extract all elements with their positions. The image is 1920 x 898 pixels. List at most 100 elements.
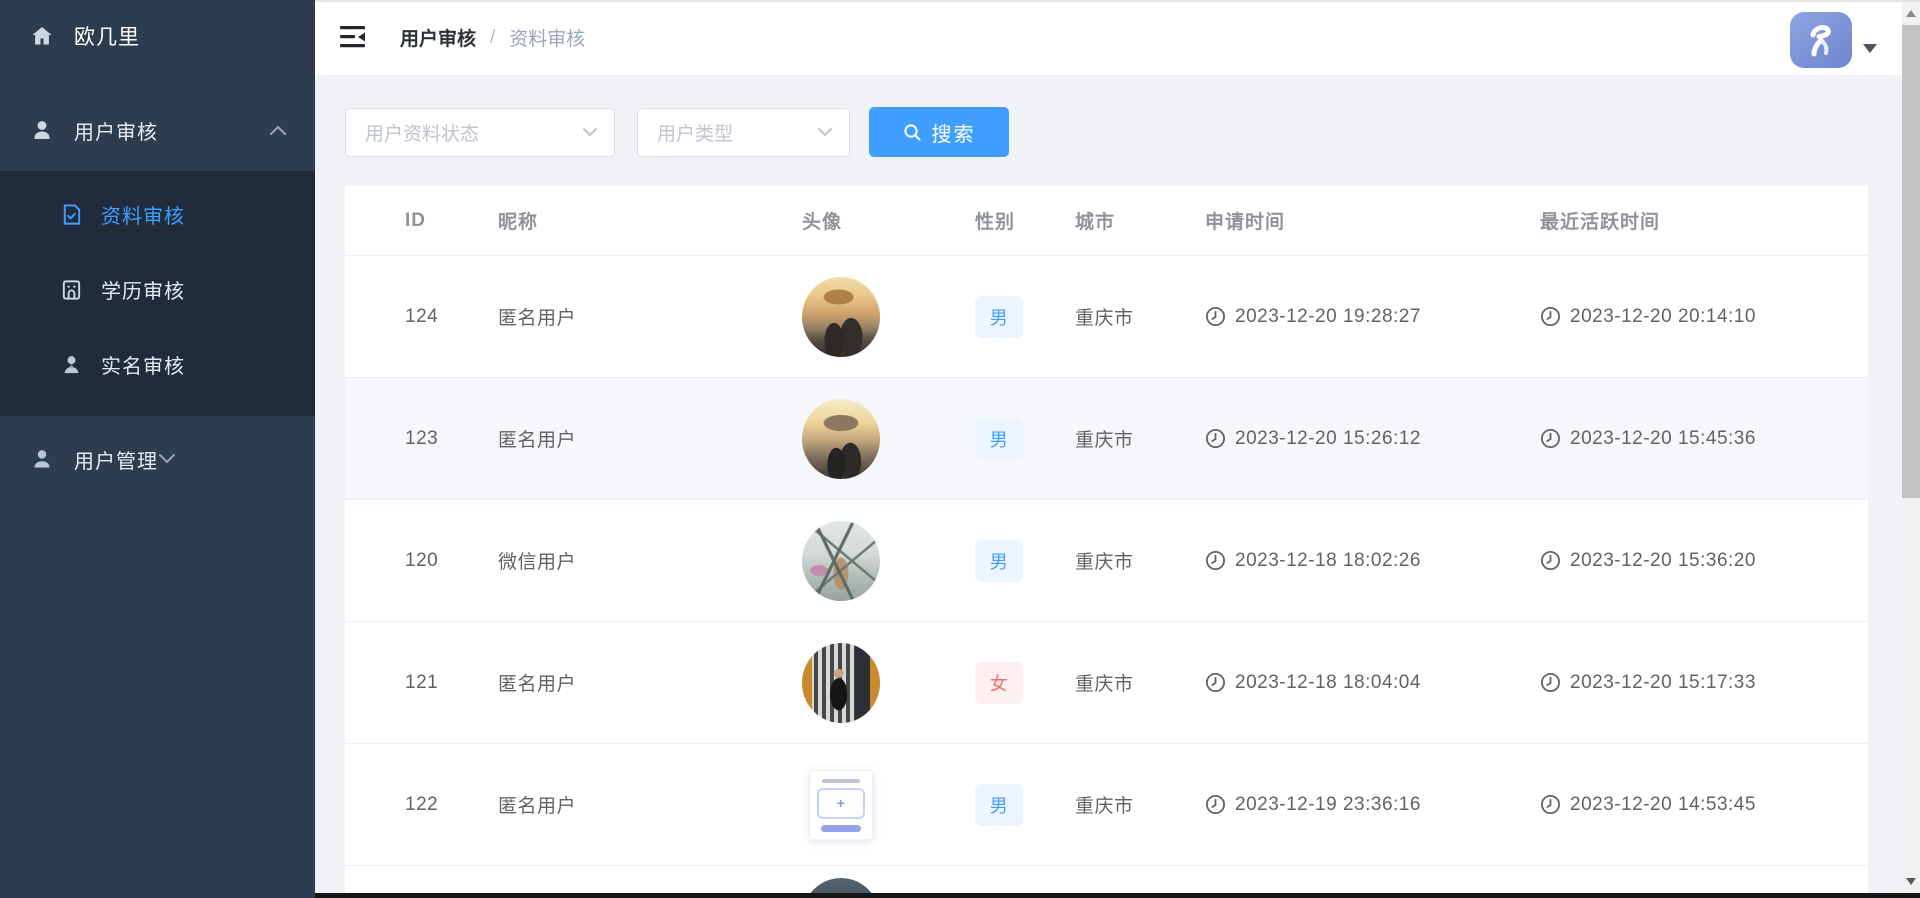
sidebar-item-label: 用户管理 <box>74 445 158 474</box>
user-city: 重庆市 <box>1075 674 1134 695</box>
audit-table: ID 昵称 头像 性别 城市 申请时间 最近活跃时间 124 匿名用户 + 男 … <box>345 186 1868 893</box>
table-row[interactable]: 121 匿名用户 + 女 重庆市 2023-12-18 18:04:04 202… <box>345 622 1868 744</box>
sidebar-item-label: 资料审核 <box>101 200 185 229</box>
clock-icon <box>1205 794 1226 815</box>
user-id: 123 <box>405 428 438 449</box>
app-title: 欧几里 <box>74 21 140 51</box>
user-id: 122 <box>405 794 438 815</box>
clock-icon <box>1540 550 1561 571</box>
clock-icon <box>1205 428 1226 449</box>
sidebar: 欧几里 用户审核 资料审核 <box>0 0 315 898</box>
active-time: 2023-12-20 20:14:10 <box>1570 306 1756 328</box>
sidebar-submenu: 资料审核 学历审核 实名审核 <box>0 171 315 416</box>
chevron-down-icon <box>817 127 833 137</box>
table-row[interactable]: 123 匿名用户 + 男 重庆市 2023-12-20 15:26:12 202… <box>345 378 1868 500</box>
search-button[interactable]: 搜索 <box>869 107 1009 157</box>
user-city: 重庆市 <box>1075 308 1134 329</box>
apply-time: 2023-12-18 18:02:26 <box>1235 550 1421 572</box>
column-city: 城市 <box>1075 207 1205 234</box>
apply-time: 2023-12-18 18:04:04 <box>1235 672 1421 694</box>
home-icon <box>30 24 54 48</box>
user-type-select[interactable]: 用户类型 <box>637 108 850 157</box>
breadcrumb-profile-audit: 资料审核 <box>509 24 585 51</box>
filter-bar: 用户资料状态 用户类型 搜索 <box>345 107 1009 157</box>
column-active-time: 最近活跃时间 <box>1540 207 1868 234</box>
user-city: 重庆市 <box>1075 552 1134 573</box>
sidebar-item-realname-audit[interactable]: 实名审核 <box>0 327 315 402</box>
sidebar-item-education-audit[interactable]: 学历审核 <box>0 252 315 327</box>
user-nickname: 微信用户 <box>498 552 576 573</box>
search-button-label: 搜索 <box>932 118 976 147</box>
sidebar-item-label: 用户审核 <box>74 116 158 145</box>
clock-icon <box>1205 550 1226 571</box>
table-row[interactable]: 120 微信用户 + 男 重庆市 2023-12-18 18:02:26 202… <box>345 500 1868 622</box>
gender-badge: 男 <box>975 540 1023 582</box>
sidebar-item-profile-audit[interactable]: 资料审核 <box>0 177 315 252</box>
column-avatar: 头像 <box>802 207 975 234</box>
sidebar-item-user-audit[interactable]: 用户审核 <box>0 102 315 158</box>
column-nickname: 昵称 <box>498 207 802 234</box>
gender-badge: 女 <box>975 662 1023 704</box>
apply-time: 2023-12-20 19:28:27 <box>1235 306 1421 328</box>
scrollbar-up-arrow[interactable] <box>1902 4 1920 22</box>
clock-icon <box>1540 428 1561 449</box>
chevron-down-icon <box>582 127 598 137</box>
user-avatar[interactable]: + <box>802 521 880 601</box>
sidebar-logo-home[interactable]: 欧几里 <box>0 8 315 64</box>
scrollbar-down-arrow[interactable] <box>1902 872 1920 890</box>
apply-time: 2023-12-20 15:26:12 <box>1235 428 1421 450</box>
profile-status-select[interactable]: 用户资料状态 <box>345 108 615 157</box>
clock-icon <box>1540 672 1561 693</box>
sidebar-item-user-manage[interactable]: 用户管理 <box>0 416 315 502</box>
search-icon <box>903 123 922 142</box>
user-avatar[interactable]: + <box>810 771 872 839</box>
user-avatar[interactable] <box>802 878 880 893</box>
user-nickname: 匿名用户 <box>498 308 576 329</box>
sidebar-item-label: 学历审核 <box>101 275 185 304</box>
clock-icon <box>1205 306 1226 327</box>
broken-image-button <box>821 825 861 832</box>
broken-image-text-line <box>822 779 860 783</box>
column-apply-time: 申请时间 <box>1205 207 1540 234</box>
user-id: 120 <box>405 550 438 571</box>
top-bar: 用户审核 / 资料审核 <box>315 0 1902 75</box>
user-id: 121 <box>405 672 438 693</box>
column-id: ID <box>405 210 498 232</box>
sidebar-item-label: 实名审核 <box>101 350 185 379</box>
active-time: 2023-12-20 14:53:45 <box>1570 794 1756 816</box>
table-row[interactable]: 122 匿名用户 + 男 重庆市 2023-12-19 23:36:16 202… <box>345 744 1868 866</box>
user-nickname: 匿名用户 <box>498 796 576 817</box>
table-row[interactable]: 124 匿名用户 + 男 重庆市 2023-12-20 19:28:27 202… <box>345 256 1868 378</box>
main-content: 用户资料状态 用户类型 搜索 ID <box>315 75 1902 893</box>
broken-image-plus-icon: + <box>817 788 865 819</box>
user-city: 重庆市 <box>1075 796 1134 817</box>
breadcrumb: 用户审核 / 资料审核 <box>400 0 585 75</box>
chevron-down-icon <box>158 453 176 465</box>
user-manage-icon <box>30 447 54 471</box>
user-avatar[interactable]: + <box>802 399 880 479</box>
active-time: 2023-12-20 15:45:36 <box>1570 428 1756 450</box>
select-placeholder: 用户类型 <box>657 119 733 146</box>
vertical-scrollbar-thumb[interactable] <box>1902 25 1920 498</box>
gender-badge: 男 <box>975 296 1023 338</box>
clock-icon <box>1540 794 1561 815</box>
account-caret-down-icon[interactable] <box>1863 44 1877 53</box>
gender-badge: 男 <box>975 784 1023 826</box>
gender-badge: 男 <box>975 418 1023 460</box>
app-window: 欧几里 用户审核 资料审核 <box>0 0 1920 898</box>
select-placeholder: 用户资料状态 <box>365 119 479 146</box>
user-nickname: 匿名用户 <box>498 674 576 695</box>
clock-icon <box>1205 672 1226 693</box>
user-city: 重庆市 <box>1075 430 1134 451</box>
breadcrumb-user-audit[interactable]: 用户审核 <box>400 24 476 51</box>
user-avatar[interactable]: + <box>802 277 880 357</box>
table-body: 124 匿名用户 + 男 重庆市 2023-12-20 19:28:27 202… <box>345 256 1868 866</box>
sidebar-collapse-icon[interactable] <box>339 24 366 49</box>
user-avatar[interactable]: + <box>802 643 880 723</box>
user-audit-icon <box>30 118 54 142</box>
apply-time: 2023-12-19 23:36:16 <box>1235 794 1421 816</box>
account-avatar[interactable] <box>1790 12 1852 68</box>
table-row-partial[interactable] <box>345 866 1868 893</box>
user-nickname: 匿名用户 <box>498 430 576 451</box>
user-id: 124 <box>405 306 438 327</box>
